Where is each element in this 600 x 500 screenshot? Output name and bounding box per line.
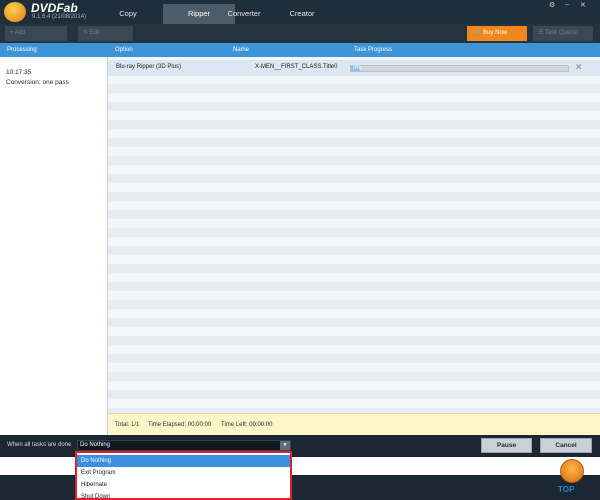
- option-hibernate[interactable]: Hibernate: [77, 479, 290, 491]
- add-button[interactable]: + Add: [5, 26, 67, 41]
- task-queue-button[interactable]: ☰ Task Queue: [533, 26, 593, 41]
- when-done-select[interactable]: Do Nothing ▼: [77, 440, 291, 451]
- processing-conversion: Conversion: one pass: [6, 79, 69, 86]
- tab-copy[interactable]: Copy: [92, 4, 164, 24]
- processing-time: 10:17:35: [6, 69, 32, 76]
- summary-total: Total: 1/1: [115, 422, 140, 428]
- column-header: Processing Option Name Task Progress: [0, 43, 600, 57]
- processing-panel: 10:17:35 Conversion: one pass: [0, 57, 108, 435]
- close-icon[interactable]: ✕: [580, 1, 586, 9]
- queue-icon: ☰: [538, 30, 545, 36]
- task-summary: Total: 1/1 Time Elapsed: 00:00:00 Time L…: [108, 413, 600, 435]
- mascot-icon: [560, 459, 584, 483]
- tab-creator[interactable]: Creator: [266, 4, 338, 24]
- top-label: TOP: [558, 485, 575, 494]
- edit-icon: ✎: [83, 30, 90, 36]
- edit-button[interactable]: ✎ Edit: [78, 26, 133, 41]
- remove-task-icon[interactable]: ✕: [575, 62, 583, 73]
- task-option: Blu-ray Ripper (3D Plus): [116, 64, 182, 70]
- cancel-button[interactable]: Cancel: [540, 438, 592, 453]
- buy-now-button[interactable]: 🛒 Buy Now: [467, 26, 527, 41]
- option-exit-program[interactable]: Exit Program: [77, 467, 290, 479]
- option-shut-down[interactable]: Shut Down: [77, 491, 290, 500]
- summary-time-elapsed: Time Elapsed: 00:00:00: [148, 422, 212, 428]
- task-name: X-MEN__FIRST_CLASS.Title0: [255, 64, 338, 70]
- when-done-label: When all tasks are done: [7, 442, 72, 448]
- task-progress-bar: 0%: [350, 65, 569, 72]
- task-progress-text: 0%: [353, 65, 361, 71]
- column-name: Name: [233, 47, 250, 53]
- add-label: Add: [14, 30, 26, 36]
- toolbar: + Add ✎ Edit 🛒 Buy Now ☰ Task Queue: [0, 24, 600, 43]
- summary-time-left: Time Left: 00:00:00: [221, 422, 273, 428]
- dvdfab-logo: [4, 2, 26, 22]
- when-done-selected-value: Do Nothing: [80, 442, 111, 448]
- task-table: Blu-ray Ripper (3D Plus) X-MEN__FIRST_CL…: [108, 57, 600, 413]
- when-done-dropdown-list: Do Nothing Exit Program Hibernate Shut D…: [75, 451, 292, 500]
- buy-label: Buy Now: [483, 30, 508, 36]
- option-do-nothing[interactable]: Do Nothing: [77, 455, 290, 467]
- pause-button[interactable]: Pause: [481, 438, 532, 453]
- minimize-icon[interactable]: –: [565, 1, 569, 8]
- column-processing: Processing: [7, 47, 37, 53]
- column-task-progress: Task Progress: [354, 47, 393, 53]
- task-row[interactable]: Blu-ray Ripper (3D Plus) X-MEN__FIRST_CL…: [108, 60, 600, 76]
- cart-icon: 🛒: [474, 30, 484, 36]
- brand-name: DVDFab: [31, 1, 78, 15]
- edit-label: Edit: [89, 30, 101, 36]
- version-label: 9.1.6.4 (21/08/2014): [32, 14, 87, 20]
- back-to-top-button[interactable]: TOP: [554, 459, 592, 497]
- chevron-down-icon[interactable]: ▼: [280, 441, 290, 450]
- settings-icon[interactable]: ⚙: [549, 1, 555, 9]
- app-header: DVDFab 9.1.6.4 (21/08/2014) Copy Ripper …: [0, 0, 600, 24]
- task-queue-label: Task Queue: [544, 30, 577, 36]
- column-option: Option: [115, 47, 133, 53]
